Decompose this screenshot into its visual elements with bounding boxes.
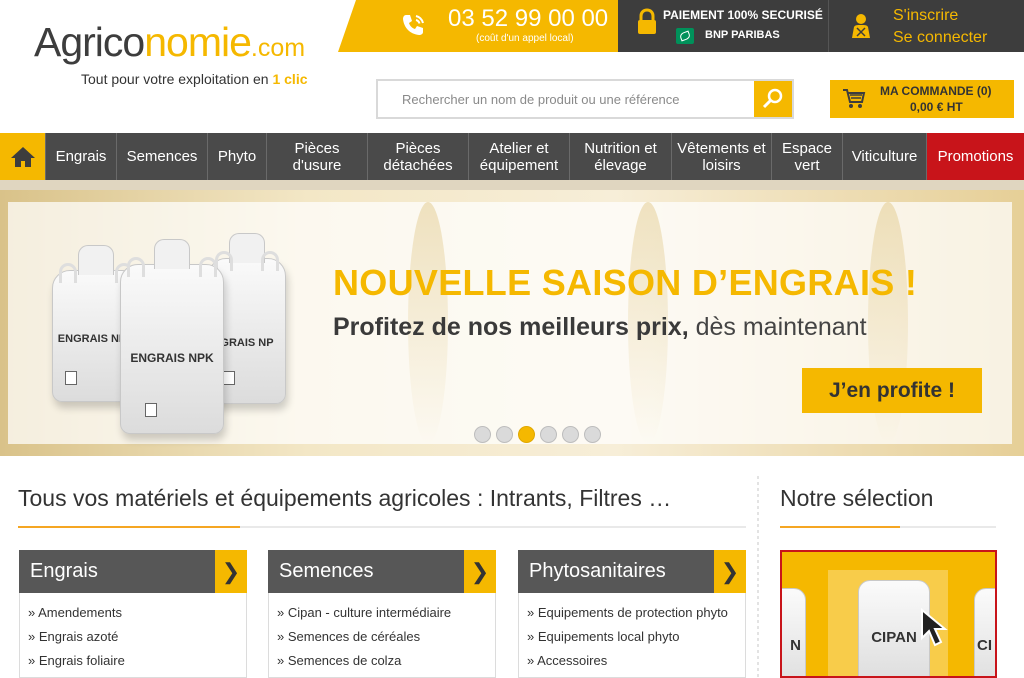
selection-title: Notre sélection: [780, 485, 934, 511]
user-icon: [852, 14, 870, 38]
nav-item-atelier[interactable]: Atelier et équipement: [469, 133, 570, 180]
chevron-right-icon: ❯: [464, 550, 496, 593]
category-link[interactable]: Semences de colza: [277, 652, 451, 676]
category-link[interactable]: Semences de céréales: [277, 628, 451, 652]
phone-number[interactable]: 03 52 99 00 00: [448, 5, 608, 33]
chevron-right-icon: ❯: [215, 550, 247, 593]
category-card-phytosanitaires: Phytosanitaires ❯ Equipements de protect…: [518, 550, 746, 678]
lock-icon: [638, 8, 656, 34]
product-bag-image: N: [782, 588, 806, 676]
category-header-engrais[interactable]: Engrais ❯: [19, 550, 247, 593]
nav-item-vetements[interactable]: Vêtements et loisirs: [672, 133, 772, 180]
signup-link[interactable]: S'inscrire: [893, 7, 958, 25]
category-header-phytosanitaires[interactable]: Phytosanitaires ❯: [518, 550, 746, 593]
payment-bank: BNP PARIBAS: [705, 29, 780, 41]
nav-item-pieces-usure[interactable]: Pièces d'usure: [267, 133, 368, 180]
carousel-dot-2[interactable]: [496, 426, 513, 443]
category-link[interactable]: Engrais azoté: [28, 628, 125, 652]
category-header-semences[interactable]: Semences ❯: [268, 550, 496, 593]
cart-title: MA COMMANDE (0): [880, 84, 992, 98]
nav-item-engrais[interactable]: Engrais: [46, 133, 117, 180]
carousel-dot-1[interactable]: [474, 426, 491, 443]
selection-title-rule: [780, 526, 996, 528]
account-banner: S'inscrire Se connecter: [828, 0, 1024, 52]
main-nav: Engrais Semences Phyto Pièces d'usure Piè…: [0, 133, 1024, 180]
phone-icon: [403, 15, 424, 35]
category-link[interactable]: Amendements: [28, 604, 125, 628]
nav-item-pieces-detachees[interactable]: Pièces détachées: [368, 133, 469, 180]
category-link[interactable]: Cipan - culture intermédiaire: [277, 604, 451, 628]
carousel-dots: [474, 426, 601, 443]
header: Agriconomie.com Tout pour votre exploita…: [0, 0, 1024, 133]
home-icon: [10, 146, 35, 167]
cursor-arrow-icon: [921, 608, 948, 647]
payment-title: PAIEMENT 100% SECURISÉ: [663, 8, 823, 22]
catalog-title: Tous vos matériels et équipements agrico…: [18, 485, 672, 511]
nav-item-promotions[interactable]: Promotions: [927, 133, 1024, 180]
hero-cta-button[interactable]: J’en profite !: [802, 368, 982, 413]
site-logo[interactable]: Agriconomie.com: [34, 20, 305, 70]
carousel-dot-6[interactable]: [584, 426, 601, 443]
selection-product-card[interactable]: N CIPAN CI: [780, 550, 997, 678]
login-link[interactable]: Se connecter: [893, 29, 987, 47]
nav-item-nutrition[interactable]: Nutrition et élevage: [570, 133, 672, 180]
product-bag-image: CI: [974, 588, 995, 676]
category-link[interactable]: Accessoires: [527, 652, 728, 676]
nav-home[interactable]: [0, 133, 46, 180]
carousel-dot-3[interactable]: [518, 426, 535, 443]
category-link[interactable]: Equipements de protection phyto: [527, 604, 728, 628]
cart-button[interactable]: MA COMMANDE (0) 0,00 € HT: [830, 80, 1014, 118]
nav-item-phyto[interactable]: Phyto: [208, 133, 267, 180]
search-button[interactable]: [754, 81, 792, 117]
category-link[interactable]: Engrais foliaire: [28, 652, 125, 676]
fertilizer-bag-image: ENGRAIS NPK: [120, 239, 224, 434]
phone-banner: 03 52 99 00 00 (coût d'un appel local): [338, 0, 618, 52]
bnp-logo-icon: [676, 28, 694, 44]
tagline: Tout pour votre exploitation en 1 clic: [81, 71, 308, 87]
page: Agriconomie.com Tout pour votre exploita…: [0, 0, 1024, 678]
carousel-dot-4[interactable]: [540, 426, 557, 443]
catalog-title-rule: [18, 526, 746, 528]
category-card-semences: Semences ❯ Cipan - culture intermédiaire…: [268, 550, 496, 678]
hero-subtitle: Profitez de nos meilleurs prix, dès main…: [333, 313, 867, 341]
search-input[interactable]: [378, 81, 756, 117]
search-bar: [376, 79, 794, 119]
nav-divider: [0, 180, 1024, 190]
category-card-engrais: Engrais ❯ Amendements Engrais azoté Engr…: [19, 550, 247, 678]
hero-carousel: ENGRAIS NPK GRAIS NP ENGRAIS NPK NOUVELL…: [0, 190, 1024, 456]
hero-title: NOUVELLE SAISON D’ENGRAIS !: [333, 262, 918, 303]
secure-payment-banner: PAIEMENT 100% SECURISÉ BNP PARIBAS: [618, 0, 828, 52]
category-link[interactable]: Equipements local phyto: [527, 628, 728, 652]
phone-note: (coût d'un appel local): [476, 33, 574, 44]
nav-item-espace-vert[interactable]: Espace vert: [772, 133, 843, 180]
cart-icon: [843, 89, 866, 108]
search-icon: [762, 88, 783, 109]
carousel-dot-5[interactable]: [562, 426, 579, 443]
nav-item-semences[interactable]: Semences: [117, 133, 208, 180]
chevron-right-icon: ❯: [714, 550, 746, 593]
cart-total: 0,00 € HT: [910, 100, 963, 114]
column-divider: [757, 476, 759, 678]
nav-item-viticulture[interactable]: Viticulture: [843, 133, 927, 180]
